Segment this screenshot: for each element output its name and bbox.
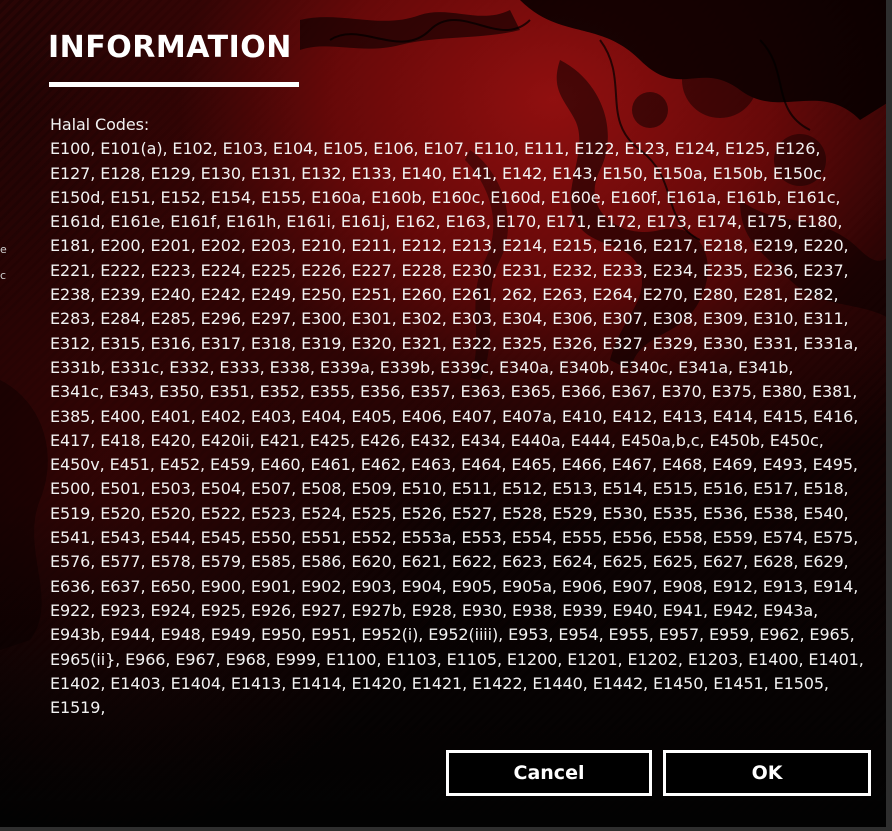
codes-line: E519, E520, E520, E522, E523, E524, E525… [50, 503, 849, 523]
codes-line: E127, E128, E129, E130, E131, E132, E133… [50, 163, 827, 183]
halal-codes-text: Halal Codes: E100, E101(a), E102, E103, … [50, 113, 870, 720]
codes-line: E450v, E451, E452, E459, E460, E461, E46… [50, 455, 858, 475]
codes-line: E417, E418, E420, E420ii, E421, E425, E4… [50, 430, 824, 450]
codes-line: E238, E239, E240, E242, E249, E250, E251… [50, 285, 839, 305]
codes-line: E150d, E151, E152, E154, E155, E160a, E1… [50, 187, 841, 207]
codes-line: E283, E284, E285, E296, E297, E300, E301… [50, 309, 849, 329]
codes-line: E331b, E331c, E332, E333, E338, E339a, E… [50, 357, 794, 377]
information-dialog: INFORMATION Halal Codes: E100, E101(a), … [0, 0, 892, 831]
title-underline [49, 82, 299, 87]
codes-line: E312, E315, E316, E317, E318, E319, E320… [50, 333, 859, 353]
codes-line: E576, E577, E578, E579, E585, E586, E620… [50, 552, 849, 572]
codes-line: E636, E637, E650, E900, E901, E902, E903… [50, 576, 859, 596]
codes-line: E100, E101(a), E102, E103, E104, E105, E… [50, 139, 821, 159]
codes-line: E922, E923, E924, E925, E926, E927, E927… [50, 600, 819, 620]
window-edge [886, 0, 892, 831]
window-edge [0, 827, 892, 831]
codes-line: E181, E200, E201, E202, E203, E210, E211… [50, 236, 849, 256]
codes-line: E221, E222, E223, E224, E225, E226, E227… [50, 260, 849, 280]
codes-line: E965(ii}, E966, E967, E968, E999, E1100,… [50, 649, 864, 669]
codes-line: E500, E501, E503, E504, E507, E508, E509… [50, 479, 849, 499]
dialog-title: INFORMATION [48, 30, 292, 65]
ok-button[interactable]: OK [663, 750, 871, 796]
codes-line: E1402, E1403, E1404, E1413, E1414, E1420… [50, 673, 829, 693]
halal-codes-heading: Halal Codes: [50, 115, 150, 134]
edge-text-fragment: e [0, 243, 7, 256]
codes-line: E943b, E944, E948, E949, E950, E951, E95… [50, 625, 855, 645]
edge-text-fragment: c [0, 269, 7, 282]
codes-line: E385, E400, E401, E402, E403, E404, E405… [50, 406, 859, 426]
codes-line: E341c, E343, E350, E351, E352, E355, E35… [50, 382, 858, 402]
cancel-button[interactable]: Cancel [446, 750, 652, 796]
codes-line: E161d, E161e, E161f, E161h, E161i, E161j… [50, 212, 843, 232]
codes-line: E1519, [50, 698, 106, 718]
codes-line: E541, E543, E544, E545, E550, E551, E552… [50, 528, 859, 548]
